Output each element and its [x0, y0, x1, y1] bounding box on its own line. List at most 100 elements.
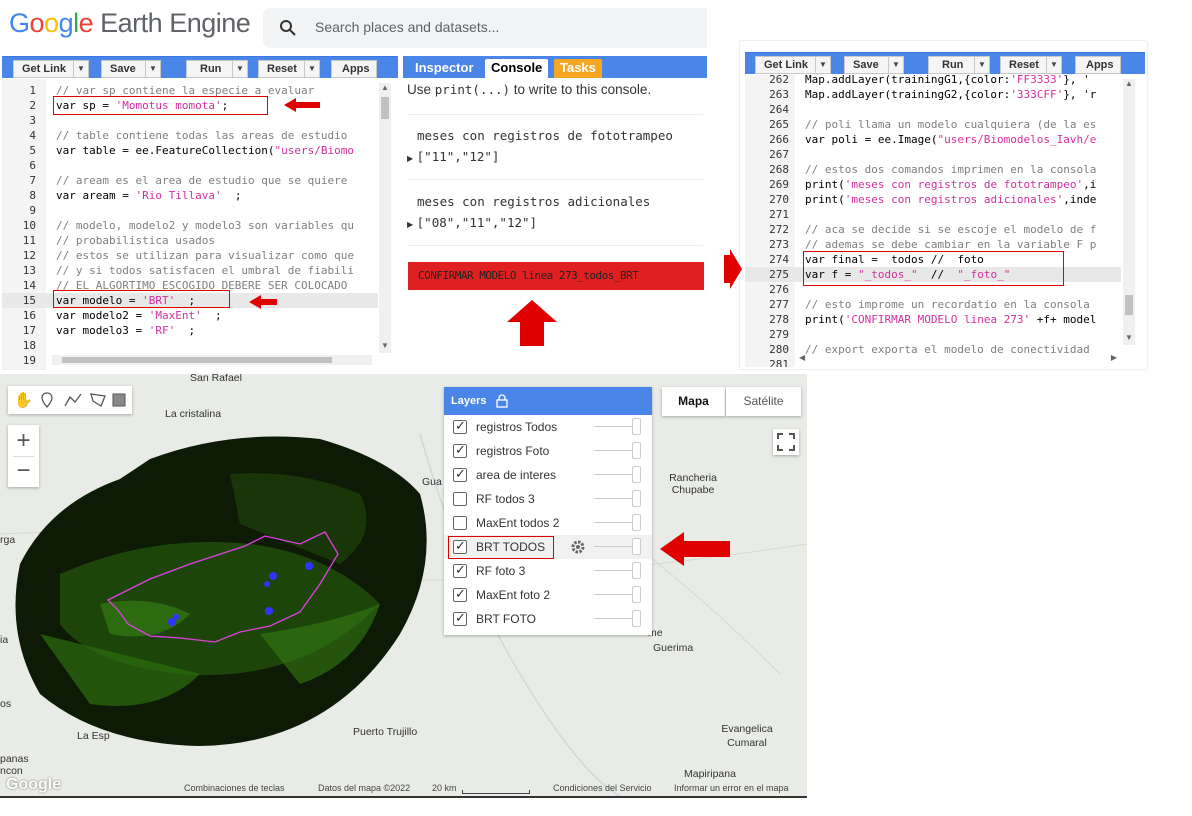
report-error-link[interactable]: Informar un error en el mapa: [674, 783, 789, 793]
code-line[interactable]: 264: [745, 102, 1121, 117]
rectangle-icon[interactable]: [112, 393, 126, 407]
editor-horizontal-scrollbar[interactable]: [52, 355, 372, 365]
chevron-down-icon[interactable]: ▼: [974, 57, 989, 73]
code-line[interactable]: 270 print('meses con registros adicionale…: [745, 192, 1121, 207]
run-button[interactable]: Run ▼: [928, 56, 990, 74]
save-button[interactable]: Save ▼: [101, 60, 161, 78]
zoom-out-button[interactable]: −: [8, 456, 39, 487]
terms-link[interactable]: Condiciones del Servicio: [553, 783, 652, 793]
layer-checkbox[interactable]: [453, 562, 467, 578]
opacity-slider[interactable]: [594, 546, 634, 547]
map-type-satellite-button[interactable]: Satélite: [726, 387, 801, 416]
code-line[interactable]: 271: [745, 207, 1121, 222]
chevron-down-icon[interactable]: ▼: [304, 61, 319, 77]
apps-button[interactable]: Apps: [1075, 56, 1121, 74]
code-line[interactable]: 13 // y si todos satisfacen el umbral de …: [2, 263, 378, 278]
tab-console[interactable]: Console: [485, 59, 549, 78]
opacity-slider-handle[interactable]: [632, 442, 641, 459]
code-line[interactable]: 269 print('meses con registros de fototra…: [745, 177, 1121, 192]
expand-arrow-icon[interactable]: ▶: [407, 220, 413, 229]
chevron-down-icon[interactable]: ▼: [73, 61, 88, 77]
chevron-down-icon[interactable]: ▼: [145, 61, 160, 77]
get-link-button[interactable]: Get Link ▼: [13, 60, 89, 78]
code-line[interactable]: 12 // estos se utilizan para visualizar c…: [2, 248, 378, 263]
opacity-slider-handle[interactable]: [632, 586, 641, 603]
hand-pan-icon[interactable]: ✋: [14, 391, 33, 409]
opacity-slider-handle[interactable]: [632, 514, 641, 531]
reset-button[interactable]: Reset ▼: [258, 60, 320, 78]
code-line[interactable]: 278 print('CONFIRMAR MODELO linea 273' +f…: [745, 312, 1121, 327]
code-line[interactable]: 267: [745, 147, 1121, 162]
layer-row[interactable]: BRT FOTO: [444, 607, 652, 631]
layer-checkbox[interactable]: [453, 466, 467, 482]
search-bar[interactable]: Search places and datasets...: [263, 8, 707, 48]
opacity-slider[interactable]: [594, 570, 634, 571]
opacity-slider-handle[interactable]: [632, 610, 641, 627]
search-input[interactable]: Search places and datasets...: [315, 19, 499, 35]
code-line[interactable]: 273 // ademas se debe cambiar en la varia…: [745, 237, 1121, 252]
opacity-slider[interactable]: [594, 618, 634, 619]
layer-checkbox[interactable]: [453, 586, 467, 602]
opacity-slider[interactable]: [594, 426, 634, 427]
code-line[interactable]: 266 var poli = ee.Image("users/Biomodelos…: [745, 132, 1121, 147]
code-line[interactable]: 5 var table = ee.FeatureCollection("users…: [2, 143, 378, 158]
marker-icon[interactable]: [40, 392, 54, 408]
right-code-editor[interactable]: 262 Map.addLayer(trainingG1,{color:'FF333…: [745, 75, 1145, 367]
chevron-down-icon[interactable]: ▼: [232, 61, 247, 77]
layer-row[interactable]: RF todos 3: [444, 487, 652, 511]
layer-checkbox[interactable]: [453, 492, 467, 506]
editor-scrollbar[interactable]: ▲ ▼: [379, 83, 391, 353]
chevron-down-icon[interactable]: ▼: [1046, 57, 1061, 73]
code-line[interactable]: 268 // estos dos comandos imprimen en la …: [745, 162, 1121, 177]
layer-row[interactable]: area de interes: [444, 463, 652, 487]
tab-tasks[interactable]: Tasks: [554, 59, 602, 78]
map-view[interactable]: San Rafael La cristalina Gua Rancheria C…: [0, 374, 807, 796]
opacity-slider-handle[interactable]: [632, 418, 641, 435]
opacity-slider[interactable]: [594, 498, 634, 499]
expand-arrow-icon[interactable]: ▶: [407, 154, 413, 163]
reset-button[interactable]: Reset ▼: [1000, 56, 1062, 74]
code-line[interactable]: 16 var modelo2 = 'MaxEnt' ;: [2, 308, 378, 323]
layer-row[interactable]: RF foto 3: [444, 559, 652, 583]
editor-horizontal-scrollbar[interactable]: ◀ ▶: [799, 353, 1117, 363]
layer-checkbox[interactable]: [453, 418, 467, 434]
code-line[interactable]: 6: [2, 158, 378, 173]
opacity-slider[interactable]: [594, 450, 634, 451]
code-line[interactable]: 272 // aca se decide si se escoje el mode…: [745, 222, 1121, 237]
lock-icon[interactable]: [496, 394, 508, 408]
google-earth-engine-logo[interactable]: Google Earth Engine: [9, 8, 251, 39]
opacity-slider-handle[interactable]: [632, 562, 641, 579]
layer-checkbox[interactable]: [453, 610, 467, 626]
zoom-in-button[interactable]: +: [8, 425, 39, 456]
fullscreen-button[interactable]: [773, 429, 799, 455]
map-type-map-button[interactable]: Mapa: [662, 387, 725, 416]
layer-row[interactable]: MaxEnt todos 2: [444, 511, 652, 535]
left-code-editor[interactable]: 1// var sp contiene la especie a evaluar…: [2, 79, 398, 370]
code-line[interactable]: 18: [2, 338, 378, 353]
run-button[interactable]: Run ▼: [186, 60, 248, 78]
save-button[interactable]: Save ▼: [844, 56, 904, 74]
get-link-button[interactable]: Get Link ▼: [755, 56, 831, 74]
chevron-down-icon[interactable]: ▼: [815, 57, 830, 73]
gear-icon[interactable]: [570, 539, 586, 555]
opacity-slider[interactable]: [594, 474, 634, 475]
code-line[interactable]: 3: [2, 113, 378, 128]
code-line[interactable]: 17 var modelo3 = 'RF' ;: [2, 323, 378, 338]
console-entry-value[interactable]: ▶ ["11","12"]: [407, 149, 499, 164]
code-line[interactable]: 10 // modelo, modelo2 y modelo3 son varia…: [2, 218, 378, 233]
layer-checkbox[interactable]: [453, 442, 467, 458]
opacity-slider-handle[interactable]: [632, 490, 641, 507]
polygon-icon[interactable]: [90, 392, 106, 408]
editor-scrollbar[interactable]: ▲ ▼: [1123, 79, 1135, 345]
layer-row[interactable]: MaxEnt foto 2: [444, 583, 652, 607]
code-line[interactable]: 265 // poli llama un modelo cualquiera (d…: [745, 117, 1121, 132]
code-line[interactable]: 11 // probabilistica usados: [2, 233, 378, 248]
opacity-slider[interactable]: [594, 522, 634, 523]
code-line[interactable]: 9: [2, 203, 378, 218]
console-entry-value[interactable]: ▶ ["08","11","12"]: [407, 215, 537, 230]
opacity-slider-handle[interactable]: [632, 538, 641, 555]
chevron-down-icon[interactable]: ▼: [888, 57, 903, 73]
code-line[interactable]: 4 // table contiene todas las areas de es…: [2, 128, 378, 143]
code-line[interactable]: 279: [745, 327, 1121, 342]
code-line[interactable]: 8 var aream = 'Rio Tillava' ;: [2, 188, 378, 203]
